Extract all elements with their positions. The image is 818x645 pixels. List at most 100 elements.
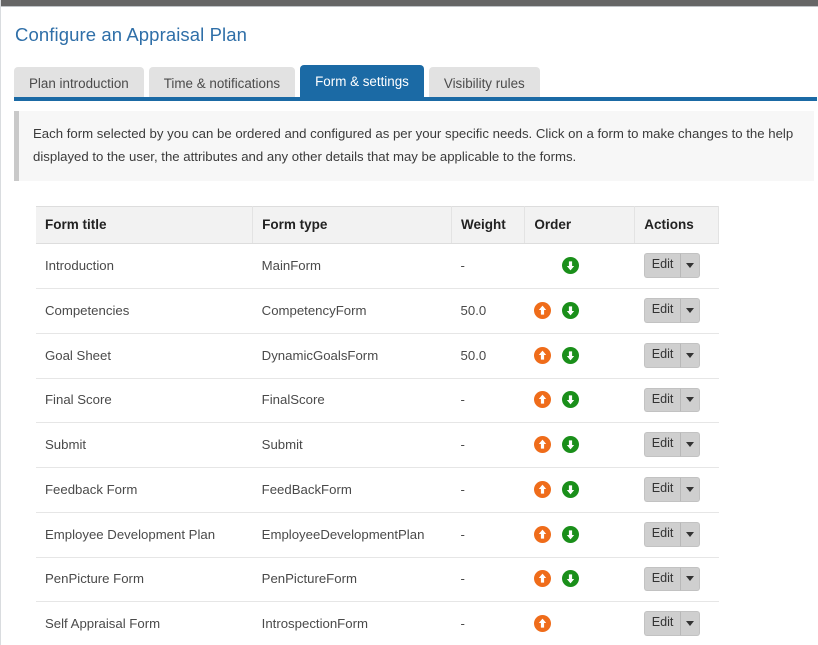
cell-order <box>524 378 635 424</box>
move-up-icon[interactable] <box>533 391 551 409</box>
edit-button[interactable]: Edit <box>643 477 682 502</box>
tab-list: Plan introduction Time & notifications For… <box>1 65 817 101</box>
edit-button-group: Edit <box>643 477 701 502</box>
edit-button[interactable]: Edit <box>643 432 682 458</box>
table-row[interactable]: Introduction MainForm - Edit <box>36 243 719 290</box>
move-down-icon[interactable] <box>561 257 579 275</box>
edit-button-group: Edit <box>643 566 701 592</box>
cell-weight: - <box>451 378 525 424</box>
move-up-icon[interactable] <box>533 570 551 588</box>
forms-table-head: Form title Form type Weight Order Action… <box>36 206 719 245</box>
edit-dropdown-toggle[interactable] <box>681 611 701 637</box>
edit-dropdown-toggle[interactable] <box>681 298 701 323</box>
forms-table: Form title Form type Weight Order Action… <box>36 206 719 645</box>
cell-form-type: IntrospectionForm <box>252 601 452 645</box>
table-row[interactable]: Employee Development Plan EmployeeDevelop… <box>36 512 719 558</box>
column-header-actions: Actions <box>634 206 719 245</box>
cell-form-type: MainForm <box>252 243 452 290</box>
chevron-down-icon <box>686 486 695 492</box>
edit-dropdown-toggle[interactable] <box>681 387 701 413</box>
edit-button[interactable]: Edit <box>643 521 682 547</box>
forms-table-body: Introduction MainForm - Edit Competencies Com… <box>36 243 719 645</box>
move-up-icon[interactable] <box>533 302 551 320</box>
edit-dropdown-toggle[interactable] <box>681 477 701 502</box>
move-down-icon[interactable] <box>561 391 579 409</box>
table-row[interactable]: Final Score FinalScore - Edit <box>36 378 719 424</box>
table-row[interactable]: PenPicture Form PenPictureForm - Edit <box>36 557 719 603</box>
cell-form-type: FeedBackForm <box>252 467 452 513</box>
cell-actions: Edit <box>634 288 719 334</box>
cell-order <box>524 467 635 513</box>
forms-table-container: Form title Form type Weight Order Action… <box>1 206 817 645</box>
table-row[interactable]: Goal Sheet DynamicGoalsForm 50.0 Edit <box>36 333 719 379</box>
cell-actions: Edit <box>634 422 719 469</box>
chevron-down-icon <box>686 621 695 627</box>
edit-dropdown-toggle[interactable] <box>681 432 701 458</box>
move-up-icon[interactable] <box>533 615 551 633</box>
cell-form-title[interactable]: Submit <box>36 422 253 469</box>
table-row[interactable]: Competencies CompetencyForm 50.0 Edit <box>36 288 719 334</box>
tab-plan-introduction[interactable]: Plan introduction <box>14 67 144 101</box>
tab-form-settings[interactable]: Form & settings <box>300 65 424 101</box>
edit-button[interactable]: Edit <box>643 253 682 279</box>
tab-time-notifications[interactable]: Time & notifications <box>148 67 296 101</box>
move-up-icon[interactable] <box>533 436 551 454</box>
move-down-icon[interactable] <box>561 346 579 364</box>
move-down-icon[interactable] <box>561 302 579 320</box>
cell-form-type: FinalScore <box>252 378 452 424</box>
cell-form-type: PenPictureForm <box>252 557 452 603</box>
move-down-icon[interactable] <box>561 570 579 588</box>
edit-button-group: Edit <box>643 387 701 413</box>
cell-order <box>524 512 635 558</box>
edit-button[interactable]: Edit <box>643 298 682 323</box>
cell-form-title[interactable]: PenPicture Form <box>36 557 253 603</box>
chevron-down-icon <box>686 263 695 269</box>
table-row[interactable]: Submit Submit - Edit <box>36 422 719 469</box>
cell-form-type: EmployeeDevelopmentPlan <box>252 512 452 558</box>
chevron-down-icon <box>686 576 695 582</box>
edit-dropdown-toggle[interactable] <box>681 342 701 368</box>
cell-order <box>524 557 635 603</box>
edit-button[interactable]: Edit <box>643 387 682 413</box>
tab-visibility-rules[interactable]: Visibility rules <box>428 67 540 101</box>
cell-actions: Edit <box>634 467 719 513</box>
edit-button-group: Edit <box>643 432 701 458</box>
chevron-down-icon <box>686 308 695 313</box>
move-up-icon[interactable] <box>533 480 551 498</box>
tab-active-underline <box>14 97 817 101</box>
edit-button-group: Edit <box>643 253 701 279</box>
cell-weight: - <box>451 467 525 513</box>
table-row[interactable]: Self Appraisal Form IntrospectionForm - Edi… <box>36 601 719 645</box>
move-down-icon[interactable] <box>561 480 579 498</box>
edit-button[interactable]: Edit <box>643 566 682 592</box>
move-down-icon[interactable] <box>561 436 579 454</box>
column-header-form-title: Form title <box>36 206 254 245</box>
cell-form-title[interactable]: Goal Sheet <box>36 333 253 379</box>
edit-button[interactable]: Edit <box>643 611 682 637</box>
edit-dropdown-toggle[interactable] <box>681 253 701 279</box>
cell-form-title[interactable]: Feedback Form <box>36 467 253 513</box>
cell-actions: Edit <box>634 243 719 290</box>
move-down-icon[interactable] <box>561 525 579 543</box>
cell-form-title[interactable]: Final Score <box>36 378 253 424</box>
chevron-down-icon <box>686 352 695 358</box>
move-up-icon[interactable] <box>533 346 551 364</box>
edit-button-group: Edit <box>643 521 701 547</box>
edit-dropdown-toggle[interactable] <box>681 566 701 592</box>
cell-form-title[interactable]: Competencies <box>36 288 253 334</box>
cell-form-type: Submit <box>252 422 452 469</box>
edit-dropdown-toggle[interactable] <box>681 521 701 547</box>
cell-form-title[interactable]: Introduction <box>36 243 253 290</box>
table-row[interactable]: Feedback Form FeedBackForm - Edit <box>36 467 719 513</box>
chevron-down-icon <box>686 397 695 403</box>
info-banner: Each form selected by you can be ordered… <box>14 111 814 182</box>
edit-button-group: Edit <box>643 611 701 637</box>
cell-form-title[interactable]: Self Appraisal Form <box>36 601 253 645</box>
cell-form-title[interactable]: Employee Development Plan <box>36 512 253 558</box>
cell-weight: - <box>451 601 525 645</box>
cell-actions: Edit <box>634 557 719 603</box>
cell-actions: Edit <box>634 333 719 379</box>
info-banner-text: Each form selected by you can be ordered… <box>33 126 794 164</box>
edit-button[interactable]: Edit <box>643 342 682 368</box>
move-up-icon[interactable] <box>533 525 551 543</box>
